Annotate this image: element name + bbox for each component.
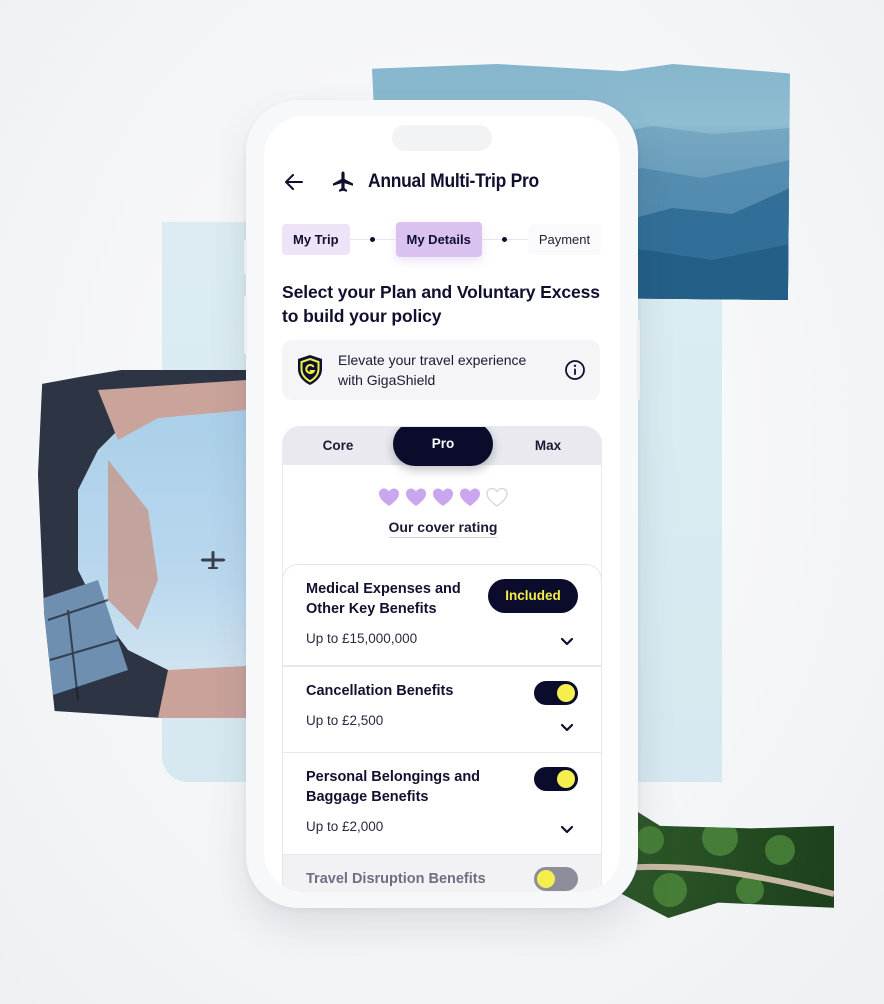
heart-filled-icon (406, 488, 426, 506)
chevron-down-icon[interactable] (560, 637, 574, 647)
benefit-row-medical: Medical Expenses and Other Key Benefits … (282, 564, 602, 666)
heart-filled-icon (379, 488, 399, 506)
section-heading: Select your Plan and Voluntary Excess to… (282, 282, 600, 326)
info-circle-icon[interactable] (564, 359, 586, 381)
benefit-amount: Up to £2,000 (306, 819, 384, 834)
dynamic-island (392, 125, 492, 151)
benefit-title: Cancellation Benefits (306, 683, 454, 699)
cover-rating-link[interactable]: Our cover rating (388, 519, 498, 538)
toggle-knob (537, 870, 555, 888)
benefit-row-cancellation: Cancellation Benefits Up to £2,500 (282, 666, 602, 752)
benefit-title: Medical Expenses and Other Key Benefits (306, 581, 461, 617)
gigashield-promo[interactable]: Elevate your travel experience with Giga… (282, 340, 600, 400)
shield-g-icon (298, 355, 322, 385)
included-badge: Included (488, 579, 578, 613)
step-payment[interactable]: Payment (527, 223, 602, 255)
step-connector (481, 234, 528, 244)
step-dot (502, 236, 508, 242)
benefits-list: Medical Expenses and Other Key Benefits … (282, 564, 602, 892)
back-button[interactable] (282, 170, 306, 194)
step-dot (370, 236, 376, 242)
airplane-icon (330, 169, 356, 195)
heart-empty-icon (486, 487, 508, 507)
chevron-down-icon[interactable] (560, 825, 574, 835)
benefit-row-baggage: Personal Belongings and Baggage Benefits… (282, 752, 602, 854)
benefit-amount: Up to £2,500 (306, 713, 384, 728)
step-my-details[interactable]: My Details (395, 221, 482, 257)
baggage-toggle[interactable] (534, 767, 578, 791)
phone-side-button (244, 240, 247, 274)
arrow-left-icon (285, 174, 303, 190)
step-connector (349, 234, 396, 244)
app-header: Annual Multi-Trip Pro (282, 168, 602, 196)
benefit-title: Personal Belongings and Baggage Benefits (306, 769, 481, 805)
step-my-trip[interactable]: My Trip (282, 223, 350, 255)
phone-screen: Annual Multi-Trip Pro My Trip My Details… (264, 116, 620, 892)
building-photo (38, 370, 246, 718)
phone-side-button (244, 296, 247, 354)
page-title: Annual Multi-Trip Pro (368, 171, 539, 192)
tab-max[interactable]: Max (493, 427, 601, 465)
promo-text: Elevate your travel experience with Giga… (338, 352, 527, 388)
travel-disruption-toggle[interactable] (534, 867, 578, 891)
tab-core[interactable]: Core (283, 427, 393, 465)
heart-filled-icon (433, 488, 453, 506)
benefit-amount: Up to £15,000,000 (306, 631, 418, 646)
cover-rating-hearts (283, 487, 601, 507)
tab-pro[interactable]: Pro (393, 427, 493, 466)
benefit-title: Travel Disruption Benefits (306, 871, 486, 887)
chevron-down-icon[interactable] (560, 723, 574, 733)
phone-side-button (637, 320, 640, 400)
progress-stepper: My Trip My Details Payment (282, 221, 612, 257)
cancellation-toggle[interactable] (534, 681, 578, 705)
toggle-knob (557, 684, 575, 702)
benefit-row-travel-disruption: Travel Disruption Benefits (282, 854, 602, 892)
toggle-knob (557, 770, 575, 788)
heart-filled-icon (460, 488, 480, 506)
plan-tabs: Core Pro Max (283, 427, 601, 466)
phone-frame: Annual Multi-Trip Pro My Trip My Details… (244, 100, 640, 908)
